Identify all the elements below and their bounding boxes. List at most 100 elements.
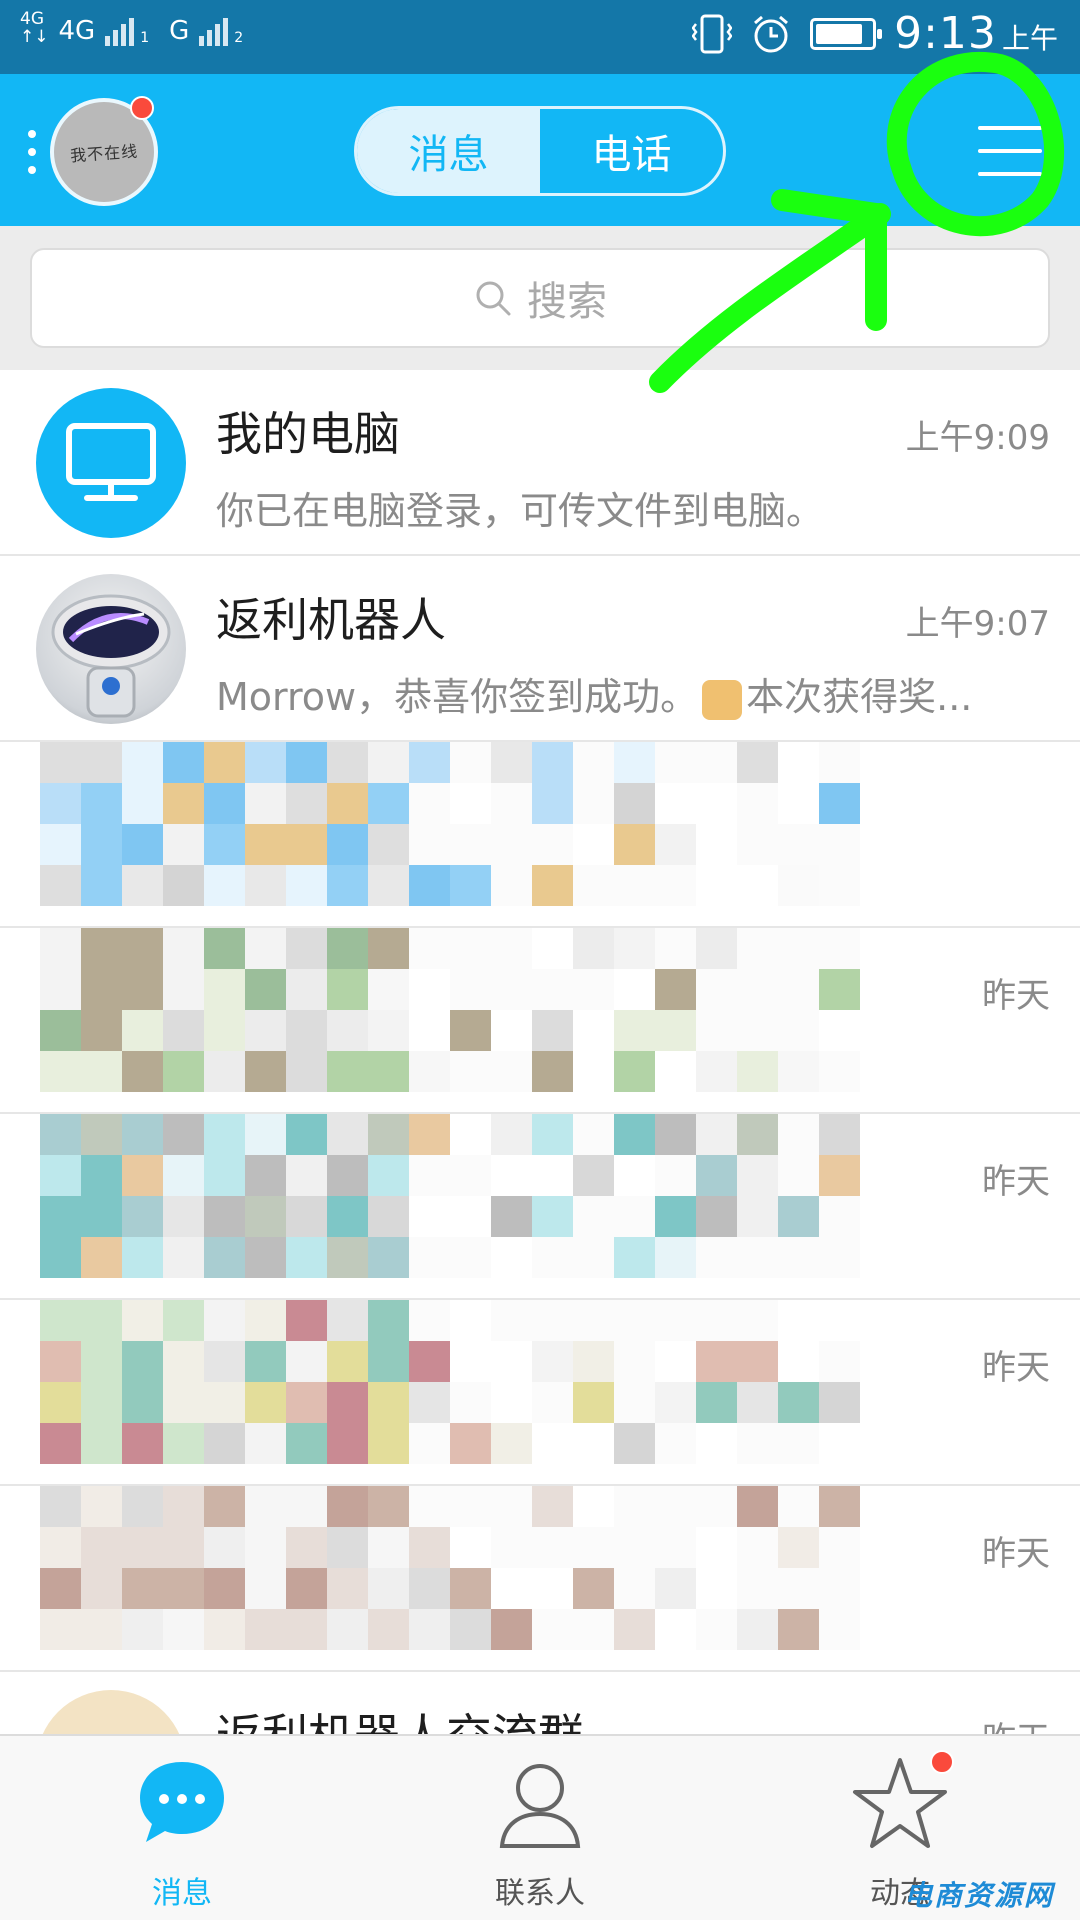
mosaic-block	[368, 1051, 409, 1092]
mosaic-block	[696, 1300, 737, 1341]
mosaic-block	[204, 969, 245, 1010]
mosaic-block	[491, 1010, 532, 1051]
mosaic-block	[532, 1486, 573, 1527]
mosaic-block	[696, 928, 737, 969]
mosaic-block	[122, 742, 163, 783]
mosaic-block	[737, 742, 778, 783]
mosaic-block	[327, 1609, 368, 1650]
search-input[interactable]: 搜索	[30, 248, 1050, 348]
mosaic-block	[286, 1300, 327, 1341]
mosaic-block	[286, 742, 327, 783]
sim2-label: 2	[234, 30, 244, 46]
mosaic-block	[778, 865, 819, 906]
list-item[interactable]: 返利机器人 上午9:07 Morrow，恭喜你签到成功。 本次获得奖...	[0, 556, 1080, 742]
mosaic-block	[819, 865, 860, 906]
mosaic-block	[491, 1051, 532, 1092]
feeds-badge	[930, 1750, 954, 1774]
mosaic-block	[655, 1300, 696, 1341]
mosaic-block	[327, 1155, 368, 1196]
mosaic-block	[491, 1237, 532, 1278]
mosaic-block	[245, 742, 286, 783]
mosaic-block	[655, 1527, 696, 1568]
list-item[interactable]: 昨天	[0, 1114, 1080, 1300]
mosaic-block	[40, 1527, 81, 1568]
mosaic-block	[163, 865, 204, 906]
mosaic-block	[286, 824, 327, 865]
watermark-text: 电商资源网	[903, 1879, 1054, 1912]
mosaic-block	[573, 1237, 614, 1278]
mosaic-block	[778, 969, 819, 1010]
mosaic-block	[368, 1486, 409, 1527]
mosaic-block	[163, 1609, 204, 1650]
tab-messages[interactable]: 消息	[357, 109, 540, 193]
list-item[interactable]: 昨天	[0, 1486, 1080, 1672]
pixelated-content	[40, 928, 860, 1092]
mosaic-block	[286, 1114, 327, 1155]
tab-messages-bottom[interactable]: 消息	[82, 1736, 282, 1920]
mosaic-block	[819, 1196, 860, 1237]
mosaic-block	[122, 1237, 163, 1278]
mosaic-block	[737, 1300, 778, 1341]
mosaic-block	[286, 1568, 327, 1609]
mosaic-block	[655, 1382, 696, 1423]
mosaic-block	[778, 1155, 819, 1196]
mosaic-block	[40, 1010, 81, 1051]
mosaic-block	[245, 783, 286, 824]
mosaic-block	[737, 865, 778, 906]
victory-hand-emoji	[702, 679, 743, 720]
mosaic-block	[819, 1010, 860, 1051]
contact-icon	[499, 1764, 581, 1848]
mosaic-block	[491, 783, 532, 824]
mosaic-block	[614, 1609, 655, 1650]
mosaic-block	[532, 1300, 573, 1341]
mosaic-block	[286, 1155, 327, 1196]
preview-text: Morrow，恭喜你签到成功。	[216, 675, 699, 719]
mosaic-block	[696, 1237, 737, 1278]
mosaic-block	[245, 928, 286, 969]
mosaic-block	[122, 1341, 163, 1382]
data-arrows-label: ↑↓	[20, 27, 49, 47]
mosaic-block	[163, 1155, 204, 1196]
mosaic-block	[204, 1423, 245, 1464]
mosaic-block	[163, 1010, 204, 1051]
status-right: 9:13 上午	[692, 8, 1058, 59]
list-item[interactable]: 昨天	[0, 928, 1080, 1114]
mosaic-block	[81, 824, 122, 865]
mosaic-block	[655, 1423, 696, 1464]
mosaic-block	[778, 1300, 819, 1341]
mosaic-block	[368, 742, 409, 783]
tab-calls[interactable]: 电话	[540, 109, 723, 193]
mosaic-block	[286, 969, 327, 1010]
mosaic-block	[491, 1382, 532, 1423]
mosaic-block	[737, 1051, 778, 1092]
mosaic-block	[286, 928, 327, 969]
mosaic-block	[450, 1155, 491, 1196]
mosaic-block	[327, 742, 368, 783]
mosaic-block	[409, 1423, 450, 1464]
mosaic-block	[819, 1423, 860, 1464]
mosaic-block	[40, 969, 81, 1010]
carrier-label: G	[169, 16, 190, 46]
hamburger-icon[interactable]	[978, 126, 1042, 176]
net-type-label-2: 4G	[58, 16, 96, 46]
mosaic-block	[573, 1382, 614, 1423]
tab-contacts[interactable]: 联系人	[440, 1736, 640, 1920]
mosaic-block	[286, 865, 327, 906]
mosaic-block	[163, 928, 204, 969]
conversation-preview: Morrow，恭喜你签到成功。 本次获得奖...	[216, 666, 1046, 721]
mosaic-block	[819, 1609, 860, 1650]
mosaic-block	[368, 865, 409, 906]
more-dots-icon[interactable]	[28, 130, 38, 174]
list-item[interactable]: 我的电脑 上午9:09 你已在电脑登录，可传文件到电脑。	[0, 370, 1080, 556]
mosaic-block	[204, 1382, 245, 1423]
mosaic-block	[819, 742, 860, 783]
mosaic-block	[40, 1300, 81, 1341]
mosaic-block	[737, 1114, 778, 1155]
pixelated-content	[40, 1114, 860, 1278]
mosaic-block	[327, 1341, 368, 1382]
mosaic-block	[81, 1010, 122, 1051]
list-item[interactable]: 昨天	[0, 1300, 1080, 1486]
mosaic-block	[409, 1155, 450, 1196]
list-item[interactable]	[0, 742, 1080, 928]
mosaic-block	[655, 865, 696, 906]
